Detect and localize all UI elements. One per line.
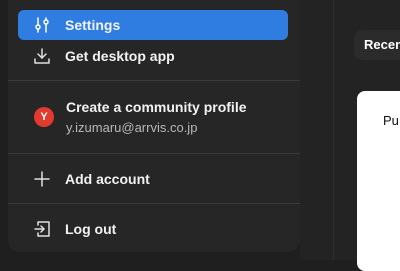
menu-item-log-out[interactable]: Log out [18,214,288,244]
content-card[interactable]: Pu [357,91,400,271]
plus-icon [33,170,51,188]
menu-divider [8,153,300,154]
download-icon [33,47,51,65]
menu-divider [8,203,300,204]
panel-divider [333,0,334,260]
menu-item-settings-label: Settings [65,17,121,33]
recent-tab[interactable]: Recent [354,30,400,60]
menu-item-add-account-label: Add account [65,171,150,187]
menu-item-add-account[interactable]: Add account [18,164,288,194]
menu-item-settings[interactable]: Settings [18,10,288,40]
menu-item-desktop-app-label: Get desktop app [65,48,175,64]
avatar: Y [34,107,54,127]
menu-item-community-profile[interactable]: Y Create a community profile y.izumaru@a… [18,96,288,140]
logout-icon [33,220,51,238]
menu-item-log-out-label: Log out [65,221,117,237]
profile-email: y.izumaru@arrvis.co.jp [66,120,198,135]
account-menu: Settings Get desktop app Y Create a comm… [8,0,300,252]
menu-item-desktop-app[interactable]: Get desktop app [18,41,288,71]
sliders-icon [33,16,51,34]
menu-divider [8,80,300,81]
profile-title: Create a community profile [66,99,247,115]
card-text: Pu [383,113,399,128]
